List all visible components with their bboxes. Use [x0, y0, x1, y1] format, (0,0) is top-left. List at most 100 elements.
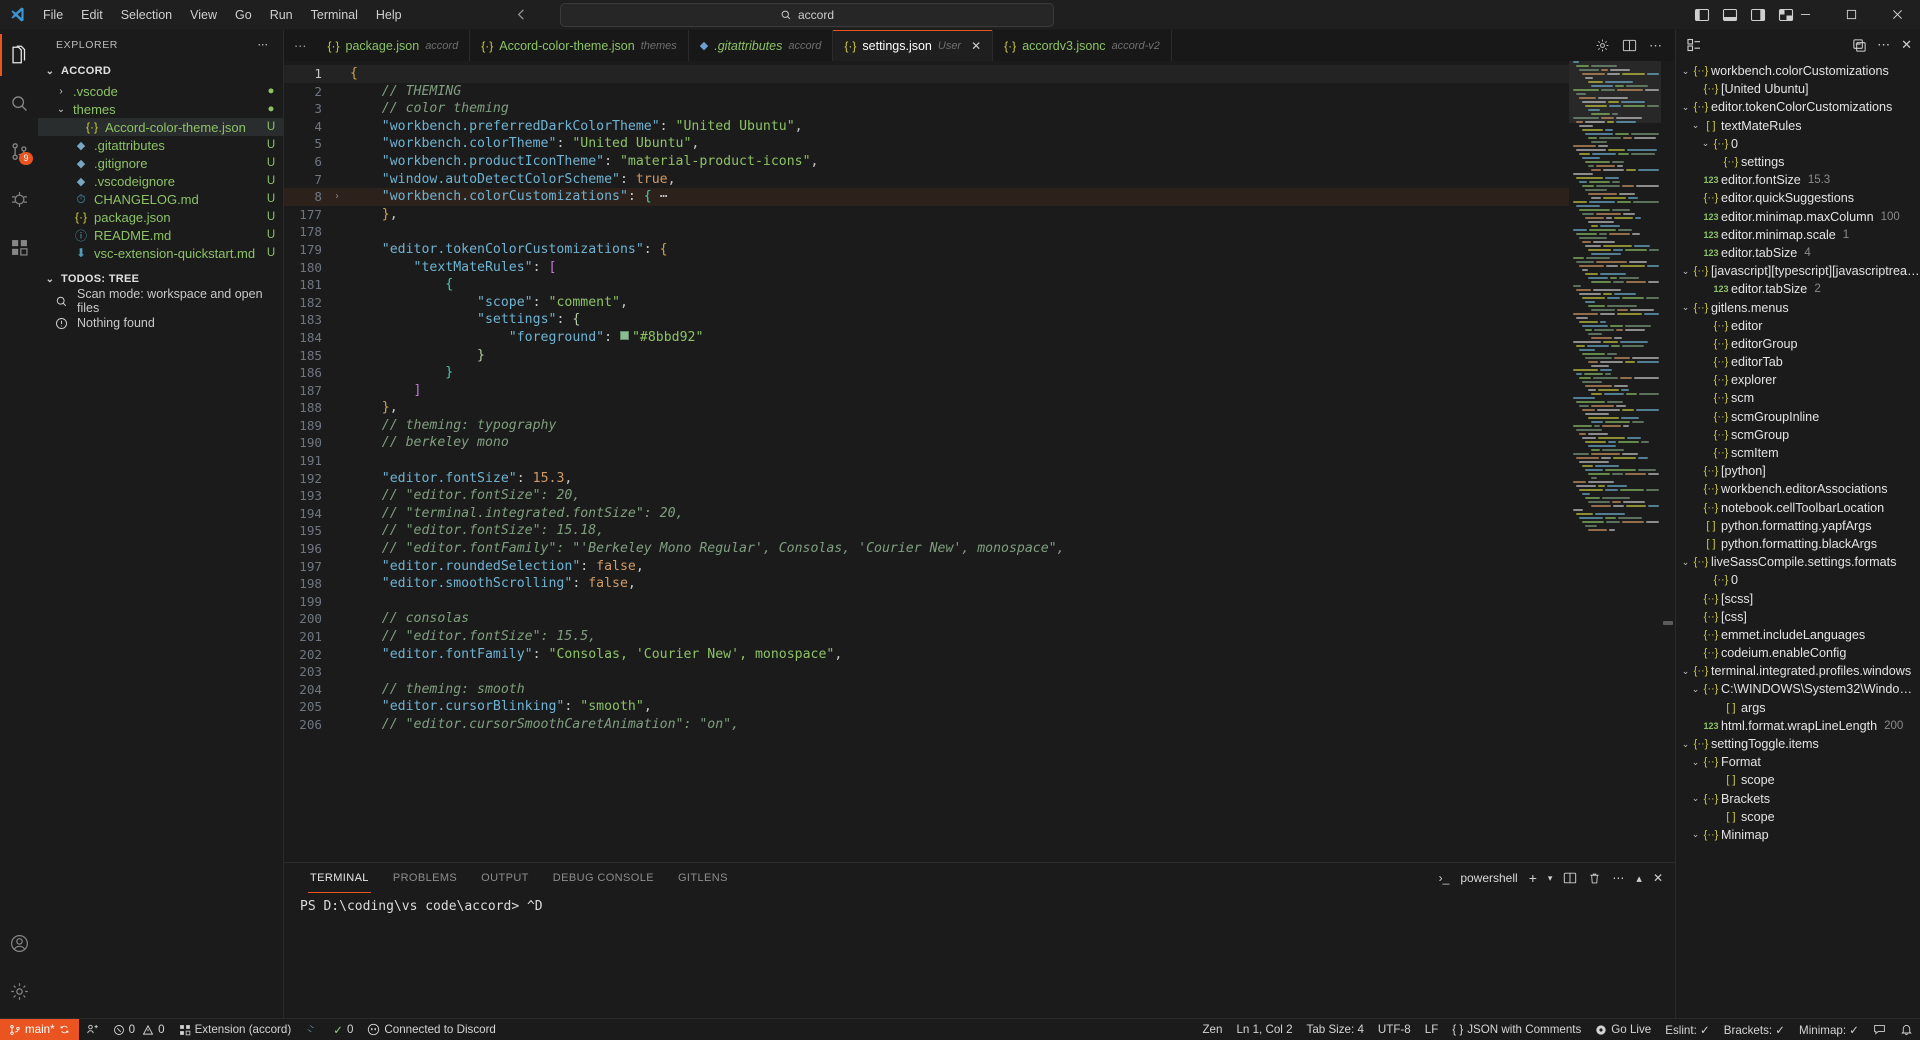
split-terminal-icon[interactable] — [1563, 871, 1577, 885]
outline-row[interactable]: ⌄{··}C:\WINDOWS\System32\WindowsPower… — [1676, 680, 1920, 698]
todo-item[interactable]: Scan mode: workspace and open files — [38, 287, 283, 315]
outline-row[interactable]: [ ] args — [1676, 699, 1920, 717]
collapse-all-icon[interactable] — [1852, 38, 1867, 53]
status-live-share[interactable] — [79, 1019, 106, 1040]
editor-tab[interactable]: ◆ .gitattributes accord — [688, 30, 834, 61]
status-language-mode[interactable]: { } JSON with Comments — [1445, 1019, 1588, 1040]
outline-row[interactable]: {··} settings — [1676, 153, 1920, 171]
editor-tab[interactable]: {·} package.json accord — [316, 30, 471, 61]
outline-row[interactable]: {··} editorTab — [1676, 353, 1920, 371]
status-checks[interactable]: ✓ 0 — [326, 1019, 360, 1040]
chevron-icon[interactable]: ⌄ — [1680, 739, 1691, 750]
editor-tab[interactable]: {·} Accord-color-theme.json themes — [470, 30, 689, 61]
menu-file[interactable]: File — [34, 5, 72, 25]
activity-accounts[interactable] — [0, 922, 38, 964]
editor-tab[interactable]: {·} settings.json User ✕ — [833, 30, 994, 61]
outline-row[interactable]: ⌄ {··} Format — [1676, 753, 1920, 771]
activity-source-control[interactable]: 9 — [0, 130, 38, 172]
outline-row[interactable]: 123 html.format.wrapLineLength 200 — [1676, 717, 1920, 735]
outline-row[interactable]: {··} 0 — [1676, 571, 1920, 589]
status-zen-mode[interactable]: Zen — [1195, 1019, 1229, 1040]
panel-tab-terminal[interactable]: TERMINAL — [298, 863, 381, 893]
tab-close-icon[interactable]: ✕ — [971, 39, 981, 53]
menu-edit[interactable]: Edit — [72, 5, 112, 25]
file-tree-item[interactable]: › .vscode ● — [38, 82, 283, 100]
terminal-output[interactable]: PS D:\coding\vs code\accord> ^D — [284, 893, 1675, 1018]
outline-row[interactable]: [ ] python.formatting.yapfArgs — [1676, 517, 1920, 535]
explorer-root-header[interactable]: ⌄ ACCORD — [38, 60, 283, 82]
outline-row[interactable]: {··} scmGroupInline — [1676, 408, 1920, 426]
file-tree-item[interactable]: ◆ .gitignore U — [38, 154, 283, 172]
gear-icon[interactable] — [1595, 38, 1610, 53]
kill-terminal-icon[interactable] — [1588, 872, 1601, 885]
status-tailwind[interactable] — [298, 1019, 326, 1040]
status-feedback[interactable] — [1866, 1019, 1893, 1040]
menu-view[interactable]: View — [181, 5, 226, 25]
outline-row[interactable]: {··} [css] — [1676, 608, 1920, 626]
activity-manage-settings[interactable] — [0, 970, 38, 1012]
file-tree-item[interactable]: ⌄ themes ● — [38, 100, 283, 118]
outline-row[interactable]: [ ] scope — [1676, 808, 1920, 826]
code-content[interactable]: 1{2 // THEMING 3 // color theming 4 "workb… — [284, 61, 1569, 862]
fold-indicator[interactable]: › — [330, 188, 344, 206]
chevron-icon[interactable]: ⌄ — [1690, 793, 1701, 804]
file-tree-item[interactable]: ◆ .gitattributes U — [38, 136, 283, 154]
maximize-panel-icon[interactable]: ▴ — [1636, 872, 1642, 885]
outline-row[interactable]: {··} editor.quickSuggestions — [1676, 189, 1920, 207]
outline-row[interactable]: ⌄ {··} terminal.integrated.profiles.window… — [1676, 662, 1920, 680]
activity-extensions[interactable] — [0, 226, 38, 268]
outline-row[interactable]: {··} editor — [1676, 317, 1920, 335]
outline-row[interactable]: {··} [United Ubuntu] — [1676, 80, 1920, 98]
outline-row[interactable]: {··} codeium.enableConfig — [1676, 644, 1920, 662]
chevron-icon[interactable]: ⌄ — [1680, 102, 1691, 113]
outline-row[interactable]: ⌄ {··} liveSassCompile.settings.formats — [1676, 553, 1920, 571]
outline-row[interactable]: ⌄ {··} Minimap — [1676, 826, 1920, 844]
outline-row[interactable]: ⌄ {··} settingToggle.items — [1676, 735, 1920, 753]
sidebar-more-actions-icon[interactable]: ⋯ — [252, 39, 276, 51]
command-center[interactable]: accord — [560, 2, 1054, 27]
outline-row[interactable]: {··} explorer — [1676, 371, 1920, 389]
minimap[interactable] — [1569, 61, 1661, 862]
outline-row[interactable]: {··} [python] — [1676, 462, 1920, 480]
chevron-icon[interactable]: ⌄ — [1700, 138, 1711, 149]
file-tree-item[interactable]: {·} package.json U — [38, 208, 283, 226]
chevron-icon[interactable]: ⌄ — [1680, 66, 1691, 77]
file-tree-item[interactable]: {·} Accord-color-theme.json U — [38, 118, 283, 136]
more-actions-icon[interactable]: ⋯ — [1649, 38, 1663, 54]
status-eol[interactable]: LF — [1418, 1019, 1446, 1040]
split-editor-icon[interactable] — [1622, 38, 1637, 53]
outline-row[interactable]: ⌄ {··} editor.tokenColorCustomizations — [1676, 98, 1920, 116]
status-extension[interactable]: Extension (accord) — [172, 1019, 299, 1040]
panel-tab-output[interactable]: OUTPUT — [469, 863, 541, 893]
outline-row[interactable]: {··} scmGroup — [1676, 426, 1920, 444]
file-tree-item[interactable]: ⏱ CHANGELOG.md U — [38, 190, 283, 208]
menu-go[interactable]: Go — [226, 5, 261, 25]
outline-row[interactable]: ⌄ {··} 0 — [1676, 135, 1920, 153]
outline-row[interactable]: ⌄ {··} [javascript][typescript][javascript… — [1676, 262, 1920, 280]
outline-row[interactable]: ⌄ {··} workbench.colorCustomizations — [1676, 62, 1920, 80]
panel-tab-problems[interactable]: PROBLEMS — [381, 863, 469, 893]
outline-row[interactable]: {··} [scss] — [1676, 589, 1920, 607]
more-actions-icon[interactable]: ⋯ — [1877, 37, 1891, 53]
outline-row[interactable]: {··} scmItem — [1676, 444, 1920, 462]
activity-explorer[interactable] — [0, 34, 38, 76]
outline-row[interactable]: 123 editor.fontSize 15.3 — [1676, 171, 1920, 189]
panel-tab-gitlens[interactable]: GITLENS — [666, 863, 740, 893]
outline-row[interactable]: 123 editor.tabSize 2 — [1676, 280, 1920, 298]
activity-run-and-debug[interactable] — [0, 178, 38, 220]
arrow-left-icon[interactable] — [510, 4, 532, 26]
outline-row[interactable]: [ ] scope — [1676, 771, 1920, 789]
editor-tab[interactable]: {·} accordv3.jsonc accord-v2 — [993, 30, 1172, 61]
chevron-icon[interactable]: ⌄ — [1680, 557, 1691, 568]
window-minimize-button[interactable] — [1782, 0, 1828, 30]
outline-row[interactable]: [ ] python.formatting.blackArgs — [1676, 535, 1920, 553]
file-tree-item[interactable]: ◆ .vscodeignore U — [38, 172, 283, 190]
close-panel-icon[interactable]: ✕ — [1653, 871, 1663, 885]
outline-row[interactable]: ⌄ {··} Brackets — [1676, 790, 1920, 808]
chevron-icon[interactable]: ⌄ — [1680, 666, 1691, 677]
window-maximize-button[interactable] — [1828, 0, 1874, 30]
chevron-down-icon[interactable]: ▾ — [1548, 873, 1553, 884]
close-icon[interactable]: ✕ — [1901, 37, 1912, 53]
toggle-primary-sidebar-icon[interactable] — [1692, 5, 1712, 25]
chevron-icon[interactable]: ⌄ — [1690, 684, 1701, 695]
